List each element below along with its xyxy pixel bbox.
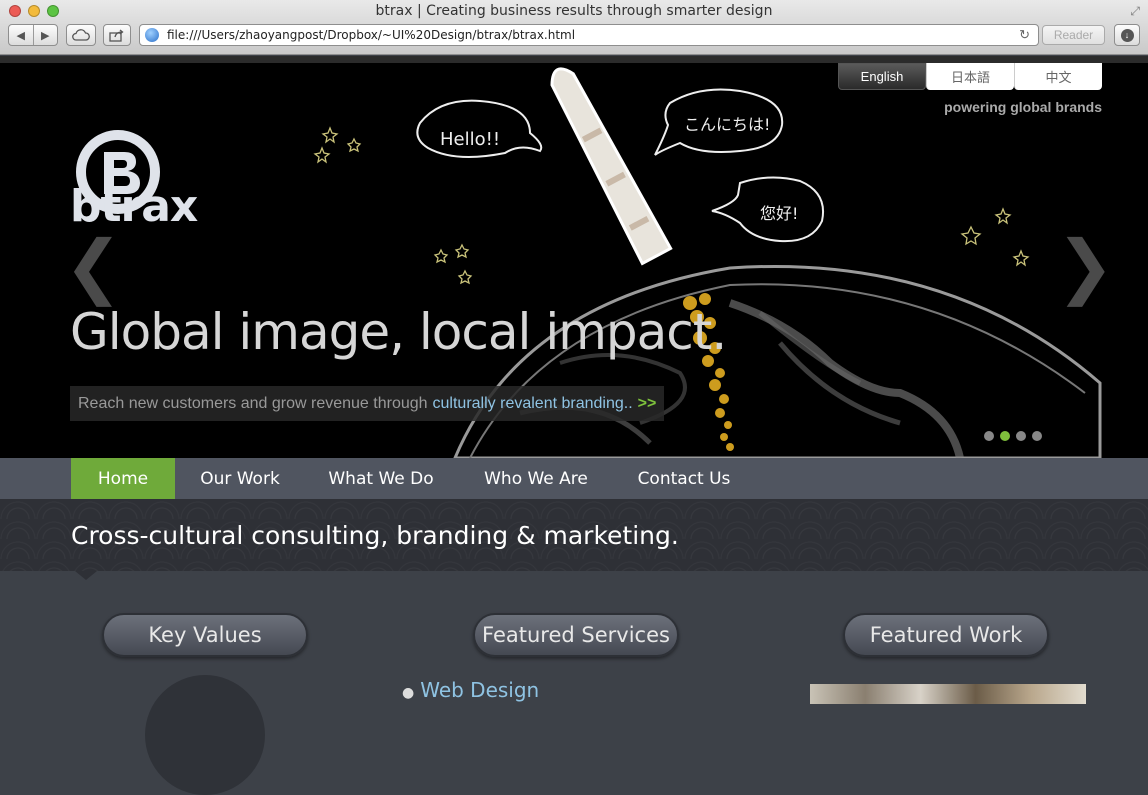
- prev-slide-arrow-icon[interactable]: ❮: [64, 231, 123, 301]
- cloud-icon: [72, 29, 90, 41]
- browser-chrome: btrax | Creating business results throug…: [0, 0, 1148, 55]
- nav-who-we-are[interactable]: Who We Are: [474, 458, 598, 499]
- service-label[interactable]: Web Design: [420, 678, 539, 702]
- slide-dot[interactable]: [1016, 431, 1026, 441]
- tagline: powering global brands: [944, 99, 1102, 115]
- bubble-nihao: 您好!: [760, 204, 798, 223]
- banner-notch: [75, 571, 97, 580]
- reload-icon[interactable]: ↻: [1019, 27, 1030, 43]
- address-bar[interactable]: file:///Users/zhaoyangpost/Dropbox/~UI%2…: [139, 24, 1039, 46]
- hero-slider: Hello!! こんにちは! 您好! English 日本語 中文 poweri…: [0, 63, 1148, 458]
- tagline-banner: Cross-cultural consulting, branding & ma…: [0, 499, 1148, 571]
- key-values-heading: Key Values: [102, 613, 308, 657]
- lang-chinese[interactable]: 中文: [1014, 63, 1102, 90]
- globe-icon: [145, 28, 159, 42]
- key-values-image: [145, 675, 265, 795]
- download-icon: ↓: [1120, 28, 1134, 42]
- language-switcher: English 日本語 中文: [838, 63, 1102, 90]
- slide-pagination: [984, 431, 1042, 441]
- url-text[interactable]: file:///Users/zhaoyangpost/Dropbox/~UI%2…: [167, 28, 1019, 42]
- main-nav: Home Our Work What We Do Who We Are Cont…: [0, 458, 1148, 507]
- hero-headline: Global image, local impact.: [70, 303, 727, 361]
- next-slide-arrow-icon[interactable]: ❯: [1056, 231, 1115, 301]
- back-forward-buttons: ◀ ▶: [8, 24, 58, 46]
- nav-our-work[interactable]: Our Work: [190, 458, 290, 499]
- share-button[interactable]: [103, 24, 131, 46]
- nav-contact-us[interactable]: Contact Us: [628, 458, 740, 499]
- hero-subline: Reach new customers and grow revenue thr…: [70, 386, 665, 421]
- lang-english[interactable]: English: [838, 63, 926, 90]
- bubble-hello: Hello!!: [440, 129, 500, 150]
- window-title: btrax | Creating business results throug…: [375, 3, 773, 19]
- hero-sub-text: Reach new customers and grow revenue thr…: [78, 394, 428, 412]
- reader-button[interactable]: Reader: [1042, 25, 1105, 45]
- forward-icon[interactable]: ▶: [33, 29, 57, 42]
- fullscreen-icon[interactable]: ⤢: [1130, 4, 1140, 19]
- slide-dot[interactable]: [984, 431, 994, 441]
- hero-more-link[interactable]: >>: [638, 395, 657, 413]
- featured-work-heading: Featured Work: [843, 613, 1049, 657]
- lang-japanese[interactable]: 日本語: [926, 63, 1014, 90]
- nav-what-we-do[interactable]: What We Do: [318, 458, 444, 499]
- slide-dot[interactable]: [1032, 431, 1042, 441]
- downloads-button[interactable]: ↓: [1114, 24, 1140, 46]
- nav-home[interactable]: Home: [71, 458, 175, 499]
- service-item[interactable]: ● Web Design: [402, 678, 539, 702]
- banner-text: Cross-cultural consulting, branding & ma…: [71, 521, 679, 550]
- share-icon: [109, 28, 124, 42]
- featured-work-thumbnail[interactable]: [810, 684, 1086, 704]
- back-icon[interactable]: ◀: [9, 29, 33, 42]
- page-top-strip: [0, 56, 1148, 63]
- hero-sub-link[interactable]: culturally revalent branding..: [433, 395, 633, 413]
- featured-services-heading: Featured Services: [473, 613, 679, 657]
- icloud-tabs-button[interactable]: [66, 24, 96, 46]
- bubble-konnichiwa: こんにちは!: [684, 115, 770, 134]
- slide-dot-active[interactable]: [1000, 431, 1010, 441]
